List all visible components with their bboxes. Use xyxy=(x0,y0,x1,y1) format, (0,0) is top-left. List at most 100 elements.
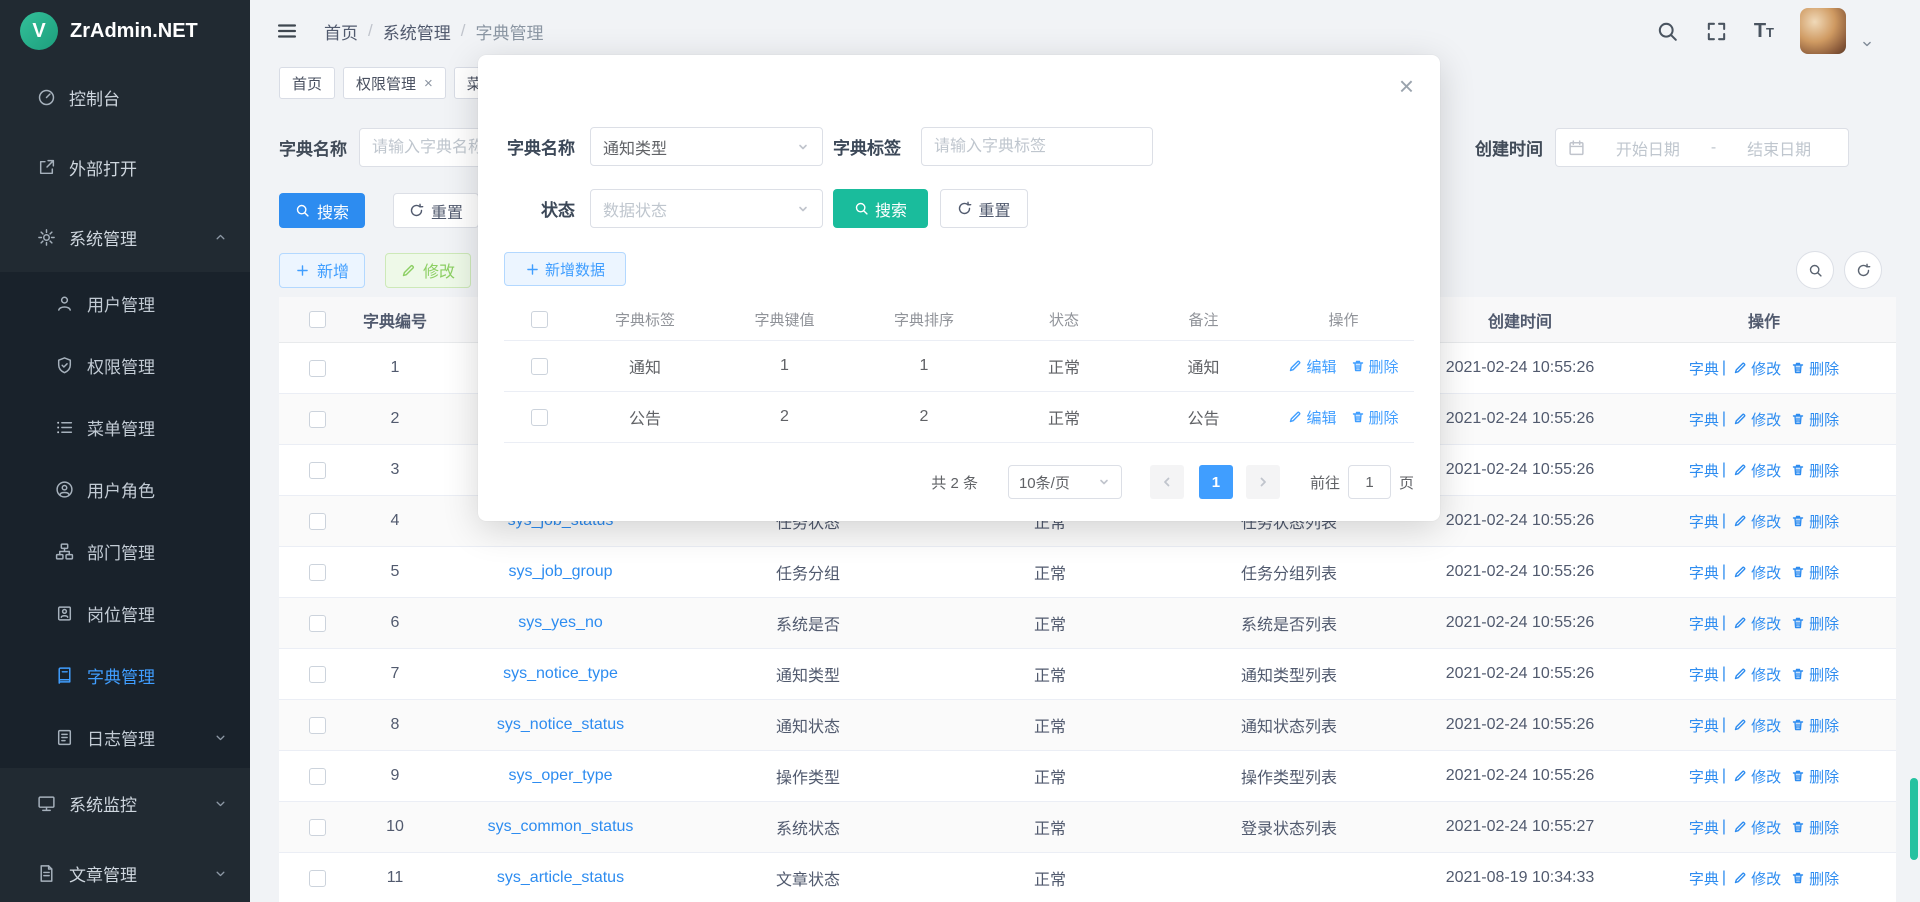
breadcrumb-home[interactable]: 首页 xyxy=(324,19,358,44)
prev-page-button[interactable] xyxy=(1150,465,1184,499)
edit-link[interactable]: 修改 xyxy=(1733,766,1781,787)
current-page-button[interactable]: 1 xyxy=(1199,465,1233,499)
search-button[interactable]: 搜索 xyxy=(279,193,365,228)
edit-button[interactable]: 修改 xyxy=(385,253,471,288)
select-all-checkbox[interactable] xyxy=(531,311,548,328)
dict-data-link[interactable]: 字典 xyxy=(1689,562,1719,583)
close-icon[interactable]: × xyxy=(1399,73,1414,99)
breadcrumb-system[interactable]: 系统管理 xyxy=(383,19,451,44)
sidebar-item-article-management[interactable]: 文章管理 xyxy=(0,838,250,902)
delete-link[interactable]: 删除 xyxy=(1791,460,1839,481)
edit-link[interactable]: 编辑 xyxy=(1288,407,1336,428)
edit-link[interactable]: 编辑 xyxy=(1288,356,1336,377)
dict-data-link[interactable]: 字典 xyxy=(1689,664,1719,685)
chevron-down-icon[interactable] xyxy=(1860,37,1874,51)
delete-link[interactable]: 删除 xyxy=(1791,868,1839,889)
tab-close-icon[interactable]: × xyxy=(424,76,433,91)
delete-link[interactable]: 删除 xyxy=(1791,358,1839,379)
row-checkbox[interactable] xyxy=(309,717,326,734)
tab-permission-management[interactable]: 权限管理 × xyxy=(343,67,446,99)
add-data-button[interactable]: 新增数据 xyxy=(504,252,626,286)
delete-link[interactable]: 删除 xyxy=(1791,664,1839,685)
row-checkbox[interactable] xyxy=(309,513,326,530)
sidebar-item-console[interactable]: 控制台 xyxy=(0,62,250,132)
sidebar-item-department-management[interactable]: 部门管理 xyxy=(0,520,250,582)
sidebar-item-permission-management[interactable]: 权限管理 xyxy=(0,334,250,396)
sidebar-item-post-management[interactable]: 岗位管理 xyxy=(0,582,250,644)
dict-type-link[interactable]: sys_oper_type xyxy=(508,767,612,785)
dict-data-link[interactable]: 字典 xyxy=(1689,817,1719,838)
edit-link[interactable]: 修改 xyxy=(1733,868,1781,889)
row-checkbox[interactable] xyxy=(309,462,326,479)
delete-link[interactable]: 删除 xyxy=(1791,613,1839,634)
dict-data-link[interactable]: 字典 xyxy=(1689,868,1719,889)
sidebar-item-user-management[interactable]: 用户管理 xyxy=(0,272,250,334)
row-checkbox[interactable] xyxy=(309,411,326,428)
edit-link[interactable]: 修改 xyxy=(1733,715,1781,736)
dict-data-link[interactable]: 字典 xyxy=(1689,460,1719,481)
edit-link[interactable]: 修改 xyxy=(1733,409,1781,430)
delete-link[interactable]: 删除 xyxy=(1791,562,1839,583)
add-button[interactable]: 新增 xyxy=(279,253,365,288)
sidebar-item-log-management[interactable]: 日志管理 xyxy=(0,706,250,768)
edit-link[interactable]: 修改 xyxy=(1733,511,1781,532)
dict-name-select[interactable]: 通知类型 xyxy=(590,127,823,166)
sidebar-item-menu-management[interactable]: 菜单管理 xyxy=(0,396,250,458)
row-checkbox[interactable] xyxy=(309,360,326,377)
dict-data-link[interactable]: 字典 xyxy=(1689,409,1719,430)
delete-link[interactable]: 删除 xyxy=(1351,407,1399,428)
search-icon[interactable] xyxy=(1656,20,1679,43)
edit-link[interactable]: 修改 xyxy=(1733,460,1781,481)
edit-link[interactable]: 修改 xyxy=(1733,358,1781,379)
row-checkbox[interactable] xyxy=(309,564,326,581)
refresh-table-button[interactable] xyxy=(1844,251,1882,289)
row-checkbox[interactable] xyxy=(309,615,326,632)
tab-home[interactable]: 首页 xyxy=(279,67,335,99)
status-select[interactable]: 数据状态 xyxy=(590,189,823,228)
delete-link[interactable]: 删除 xyxy=(1791,817,1839,838)
goto-page-input[interactable] xyxy=(1348,465,1391,499)
sidebar-item-external-open[interactable]: 外部打开 xyxy=(0,132,250,202)
page-size-select[interactable]: 10条/页 xyxy=(1008,465,1122,499)
dict-type-link[interactable]: sys_notice_status xyxy=(497,716,624,734)
dict-data-link[interactable]: 字典 xyxy=(1689,358,1719,379)
row-checkbox[interactable] xyxy=(309,819,326,836)
edit-link[interactable]: 修改 xyxy=(1733,817,1781,838)
sidebar-item-dict-management[interactable]: 字典管理 xyxy=(0,644,250,706)
dict-type-link[interactable]: sys_article_status xyxy=(497,869,624,887)
show-search-toggle-button[interactable] xyxy=(1796,251,1834,289)
delete-link[interactable]: 删除 xyxy=(1791,511,1839,532)
delete-link[interactable]: 删除 xyxy=(1791,409,1839,430)
dict-type-link[interactable]: sys_notice_type xyxy=(503,665,618,683)
dict-type-link[interactable]: sys_common_status xyxy=(488,818,634,836)
dict-type-link[interactable]: sys_job_group xyxy=(508,563,612,581)
dialog-reset-button[interactable]: 重置 xyxy=(940,189,1028,228)
dict-label-input[interactable] xyxy=(921,127,1153,166)
delete-link[interactable]: 删除 xyxy=(1791,715,1839,736)
dialog-search-button[interactable]: 搜索 xyxy=(833,189,928,228)
edit-link[interactable]: 修改 xyxy=(1733,664,1781,685)
fullscreen-icon[interactable] xyxy=(1705,20,1728,43)
select-all-checkbox[interactable] xyxy=(309,311,326,328)
next-page-button[interactable] xyxy=(1246,465,1280,499)
row-checkbox[interactable] xyxy=(531,409,548,426)
sidebar-item-system-management[interactable]: 系统管理 xyxy=(0,202,250,272)
delete-link[interactable]: 删除 xyxy=(1791,766,1839,787)
user-avatar[interactable] xyxy=(1800,8,1846,54)
dict-data-link[interactable]: 字典 xyxy=(1689,613,1719,634)
row-checkbox[interactable] xyxy=(531,358,548,375)
reset-button[interactable]: 重置 xyxy=(393,193,479,228)
edit-link[interactable]: 修改 xyxy=(1733,613,1781,634)
sidebar-item-system-monitor[interactable]: 系统监控 xyxy=(0,768,250,838)
dict-data-link[interactable]: 字典 xyxy=(1689,766,1719,787)
row-checkbox[interactable] xyxy=(309,870,326,887)
row-checkbox[interactable] xyxy=(309,666,326,683)
sidebar-item-user-roles[interactable]: 用户角色 xyxy=(0,458,250,520)
dict-data-link[interactable]: 字典 xyxy=(1689,511,1719,532)
edit-link[interactable]: 修改 xyxy=(1733,562,1781,583)
collapse-sidebar-icon[interactable] xyxy=(276,20,298,42)
font-size-icon[interactable]: TT xyxy=(1754,21,1774,41)
dict-data-link[interactable]: 字典 xyxy=(1689,715,1719,736)
dict-type-link[interactable]: sys_yes_no xyxy=(518,614,603,632)
row-checkbox[interactable] xyxy=(309,768,326,785)
